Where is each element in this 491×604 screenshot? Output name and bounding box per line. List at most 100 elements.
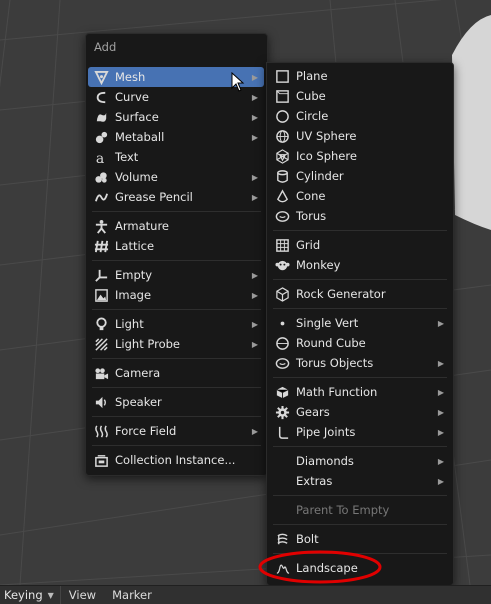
math-function-icon (274, 384, 290, 400)
submenu-arrow-icon: ▶ (251, 319, 259, 329)
menu-item-bolt[interactable]: Bolt (269, 529, 450, 549)
force-field-icon (93, 423, 109, 439)
menu-separator (92, 210, 261, 212)
menu-item-label: UV Sphere (296, 129, 357, 143)
menu-item-grease-pencil[interactable]: Grease Pencil ▶ (88, 187, 264, 207)
menu-item-single-vert[interactable]: Single Vert ▶ (269, 313, 450, 333)
menu-separator (273, 445, 447, 447)
gears-icon (274, 404, 290, 420)
menu-item-label: Extras (296, 474, 333, 488)
menu-item-torus-objects[interactable]: Torus Objects ▶ (269, 353, 450, 373)
chevron-down-icon: ▼ (47, 590, 54, 600)
menu-item-label: Grease Pencil (115, 190, 193, 204)
menu-separator (92, 259, 261, 261)
menu-item-light[interactable]: Light ▶ (88, 314, 264, 334)
pipe-joints-icon (274, 424, 290, 440)
menu-item-label: Single Vert (296, 316, 359, 330)
submenu-arrow-icon: ▶ (251, 192, 259, 202)
menu-item-grid[interactable]: Grid (269, 235, 450, 255)
menu-item-circle[interactable]: Circle (269, 106, 450, 126)
menu-item-armature[interactable]: Armature (88, 216, 264, 236)
view-menu-button[interactable]: View (61, 588, 104, 602)
menu-item-label: Monkey (296, 258, 341, 272)
menu-item-cube[interactable]: Cube (269, 86, 450, 106)
menu-item-label: Force Field (115, 424, 177, 438)
volume-icon (93, 169, 109, 185)
menu-item-math-function[interactable]: Math Function ▶ (269, 382, 450, 402)
add-menu-title: Add (94, 40, 117, 54)
submenu-arrow-icon: ▶ (437, 427, 445, 437)
submenu-arrow-icon: ▶ (251, 426, 259, 436)
image-icon (93, 287, 109, 303)
menu-item-parent-to-empty: Parent To Empty (269, 500, 450, 520)
curve-icon (93, 89, 109, 105)
submenu-arrow-icon: ▶ (251, 132, 259, 142)
uv-sphere-icon (274, 128, 290, 144)
menu-item-extras[interactable]: Extras ▶ (269, 471, 450, 491)
menu-item-light-probe[interactable]: Light Probe ▶ (88, 334, 264, 354)
menu-item-label: Empty (115, 268, 153, 282)
menu-item-label: Plane (296, 69, 328, 83)
menu-item-label: Cylinder (296, 169, 344, 183)
menu-item-cone[interactable]: Cone (269, 186, 450, 206)
menu-item-rock-generator[interactable]: Rock Generator (269, 284, 450, 304)
menu-item-label: Text (115, 150, 139, 164)
menu-item-label: Ico Sphere (296, 149, 357, 163)
menu-item-label: Pipe Joints (296, 425, 356, 439)
menu-item-surface[interactable]: Surface ▶ (88, 107, 264, 127)
submenu-arrow-icon: ▶ (251, 112, 259, 122)
ico-sphere-icon (274, 148, 290, 164)
surface-icon (93, 109, 109, 125)
menu-item-volume[interactable]: Volume ▶ (88, 167, 264, 187)
menu-separator (273, 229, 447, 231)
menu-item-plane[interactable]: Plane (269, 66, 450, 86)
keying-dropdown[interactable]: Keying ▼ (0, 586, 61, 604)
menu-item-cylinder[interactable]: Cylinder (269, 166, 450, 186)
menu-item-force-field[interactable]: Force Field ▶ (88, 421, 264, 441)
menu-item-label: Diamonds (296, 454, 354, 468)
menu-item-uv-sphere[interactable]: UV Sphere (269, 126, 450, 146)
annotation-circle (258, 550, 382, 584)
single-vert-icon (274, 315, 290, 331)
menu-item-round-cube[interactable]: Round Cube (269, 333, 450, 353)
menu-item-label: Gears (296, 405, 330, 419)
menu-separator (273, 494, 447, 496)
speaker-icon (93, 394, 109, 410)
svg-text:a: a (95, 151, 103, 165)
menu-item-gears[interactable]: Gears ▶ (269, 402, 450, 422)
menu-item-speaker[interactable]: Speaker (88, 392, 264, 412)
menu-separator (92, 444, 261, 446)
menu-item-empty[interactable]: Empty ▶ (88, 265, 264, 285)
menu-item-label: Curve (115, 90, 149, 104)
submenu-arrow-icon: ▶ (437, 456, 445, 466)
menu-item-camera[interactable]: Camera (88, 363, 264, 383)
menu-item-label: Grid (296, 238, 321, 252)
submenu-arrow-icon: ▶ (251, 290, 259, 300)
menu-item-metaball[interactable]: Metaball ▶ (88, 127, 264, 147)
menu-item-label: Parent To Empty (296, 503, 390, 517)
menu-item-pipe-joints[interactable]: Pipe Joints ▶ (269, 422, 450, 442)
menu-separator (92, 415, 261, 417)
submenu-arrow-icon: ▶ (251, 92, 259, 102)
menu-item-text[interactable]: a Text (88, 147, 264, 167)
menu-item-label: Camera (115, 366, 161, 380)
menu-item-label: Cone (296, 189, 326, 203)
menu-separator (273, 278, 447, 280)
menu-separator (92, 357, 261, 359)
round-cube-icon (274, 335, 290, 351)
menu-item-label: Bolt (296, 532, 319, 546)
menu-item-torus[interactable]: Torus (269, 206, 450, 226)
menu-item-collection-instance[interactable]: Collection Instance... (88, 450, 264, 470)
menu-item-label: Metaball (115, 130, 165, 144)
menu-item-lattice[interactable]: Lattice (88, 236, 264, 256)
menu-item-label: Cube (296, 89, 326, 103)
menu-item-diamonds[interactable]: Diamonds ▶ (269, 451, 450, 471)
menu-item-image[interactable]: Image ▶ (88, 285, 264, 305)
grid-icon (274, 237, 290, 253)
marker-menu-button[interactable]: Marker (104, 588, 160, 602)
menu-item-ico-sphere[interactable]: Ico Sphere (269, 146, 450, 166)
mesh-submenu: Plane Cube Circle UV Sphere Ico Sphere Cylind… (266, 62, 454, 586)
menu-item-monkey[interactable]: Monkey (269, 255, 450, 275)
cylinder-icon (274, 168, 290, 184)
menu-item-label: Round Cube (296, 336, 366, 350)
